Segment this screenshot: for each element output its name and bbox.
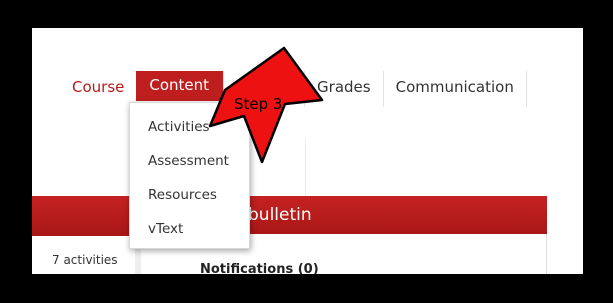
notifications-heading[interactable]: Notifications (0) [200, 262, 319, 274]
screenshot-frame: Course Content Grades Communication bull… [32, 28, 583, 274]
activities-count: 7 activities [52, 253, 118, 267]
content-dropdown-menu: Activities Assessment Resources vText [129, 102, 250, 249]
menu-item-vtext[interactable]: vText [148, 221, 183, 237]
menu-item-activities[interactable]: Activities [148, 119, 210, 135]
bulletin-title: bulletin [248, 205, 312, 225]
nav-course[interactable]: Course [60, 71, 136, 107]
column-divider [305, 138, 306, 198]
nav-communication[interactable]: Communication [382, 71, 527, 107]
nav-content[interactable]: Content [136, 71, 224, 101]
step-label: Step 3 [234, 95, 283, 113]
menu-item-assessment[interactable]: Assessment [148, 153, 229, 169]
menu-item-resources[interactable]: Resources [148, 187, 217, 203]
nav-grades[interactable]: Grades [304, 71, 383, 107]
